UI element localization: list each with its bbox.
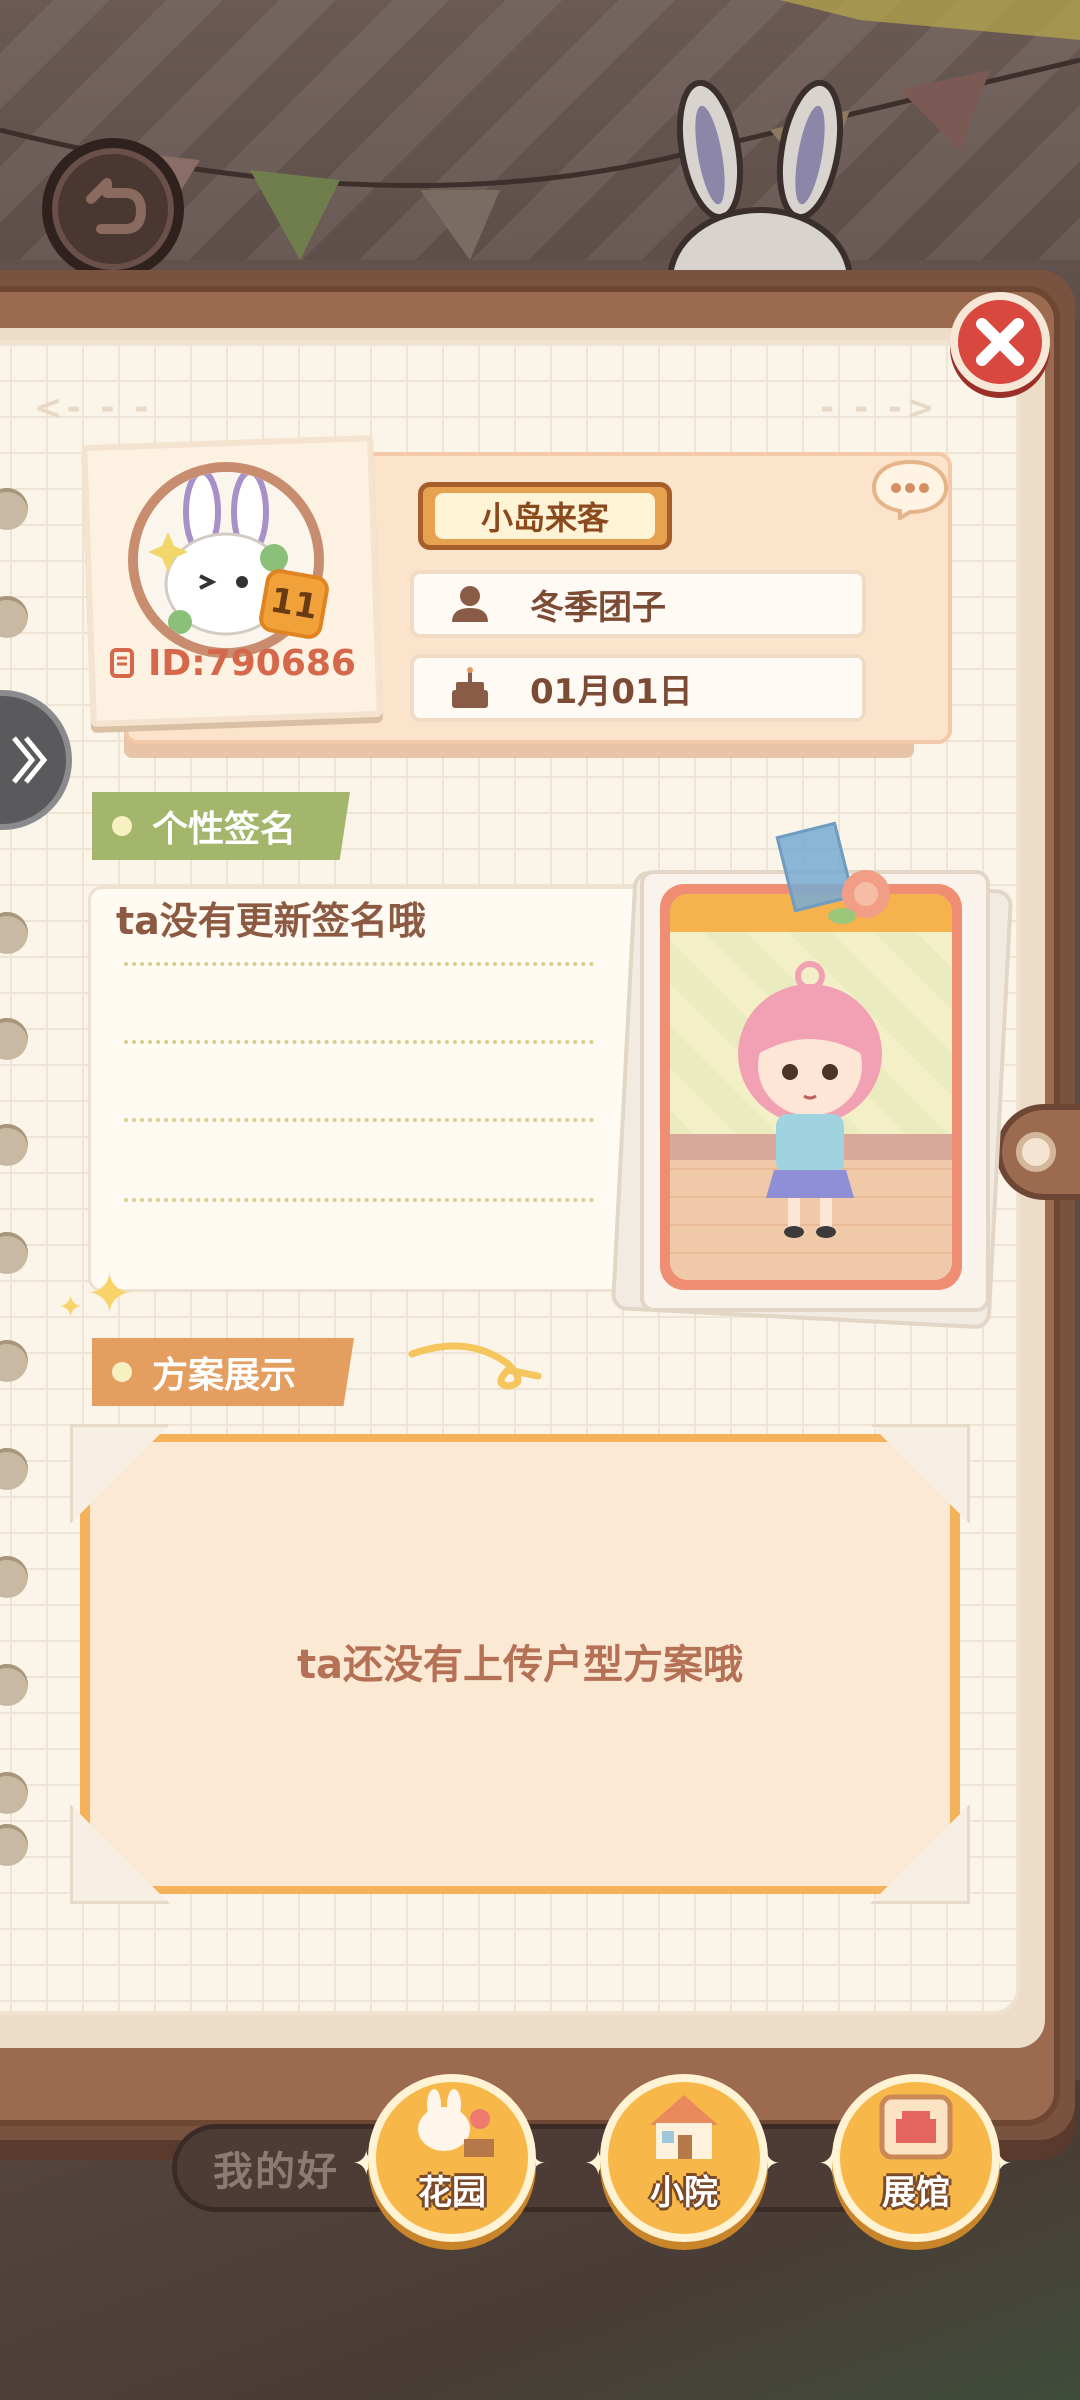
nav-yard-button[interactable]: 小院: [600, 2074, 768, 2242]
chevron-right-icon: [12, 736, 48, 784]
level-badge: 11: [256, 566, 332, 642]
gallery-icon: [879, 2094, 953, 2160]
title-badge-text: 小岛来客: [435, 493, 655, 539]
birthday-field: 01月01日: [410, 654, 866, 722]
nickname-text: 冬季团子: [530, 587, 666, 628]
flower-icon: [828, 870, 890, 924]
signature-text: ta没有更新签名哦: [116, 899, 426, 943]
user-icon: [444, 582, 496, 626]
friend-bar-text: 我的好: [213, 2149, 339, 2195]
nav-garden-label: 花园: [418, 2173, 486, 2213]
signature-section-label: 个性签名: [92, 792, 350, 860]
chat-bubble-icon[interactable]: [870, 458, 950, 520]
signature-line: [124, 1198, 594, 1202]
sparkle-icon: ✦: [86, 1262, 133, 1327]
character-portrait[interactable]: [660, 884, 962, 1290]
arrow-left-decoration: <- - -: [34, 388, 153, 428]
signature-line: [124, 962, 594, 966]
nav-gallery-label: 展馆: [882, 2173, 950, 2213]
signature-line: [124, 1040, 594, 1044]
arrow-right-decoration: - - ->: [820, 388, 939, 428]
plan-section-label: 方案展示: [92, 1338, 354, 1406]
garden-icon: [418, 2089, 494, 2157]
cake-icon: [444, 666, 496, 710]
signature-line: [124, 1118, 594, 1122]
nav-yard-label: 小院: [650, 2173, 718, 2213]
plan-empty-message: ta还没有上传户型方案哦: [296, 1642, 744, 1688]
signature-note: [88, 886, 648, 1292]
close-icon: [976, 318, 1024, 366]
nickname-field: 冬季团子: [410, 570, 866, 638]
bunny-character-icon: [667, 80, 853, 300]
back-arrow-icon: [86, 178, 146, 234]
player-id-text: ID:790686: [148, 642, 356, 684]
character-avatar-icon: [738, 961, 882, 1238]
nav-garden-button[interactable]: 花园: [368, 2074, 536, 2242]
back-button[interactable]: [42, 138, 184, 280]
house-icon: [650, 2095, 718, 2159]
player-id[interactable]: ID:790686: [106, 640, 356, 686]
close-button[interactable]: [950, 292, 1050, 392]
copy-icon: [110, 648, 134, 678]
title-badge: 小岛来客: [418, 482, 672, 550]
sparkle-icon: ✦: [58, 1290, 84, 1325]
squiggle-arrow-icon: [408, 1342, 542, 1390]
nav-gallery-button[interactable]: 展馆: [832, 2074, 1000, 2242]
birthday-text: 01月01日: [530, 671, 693, 712]
